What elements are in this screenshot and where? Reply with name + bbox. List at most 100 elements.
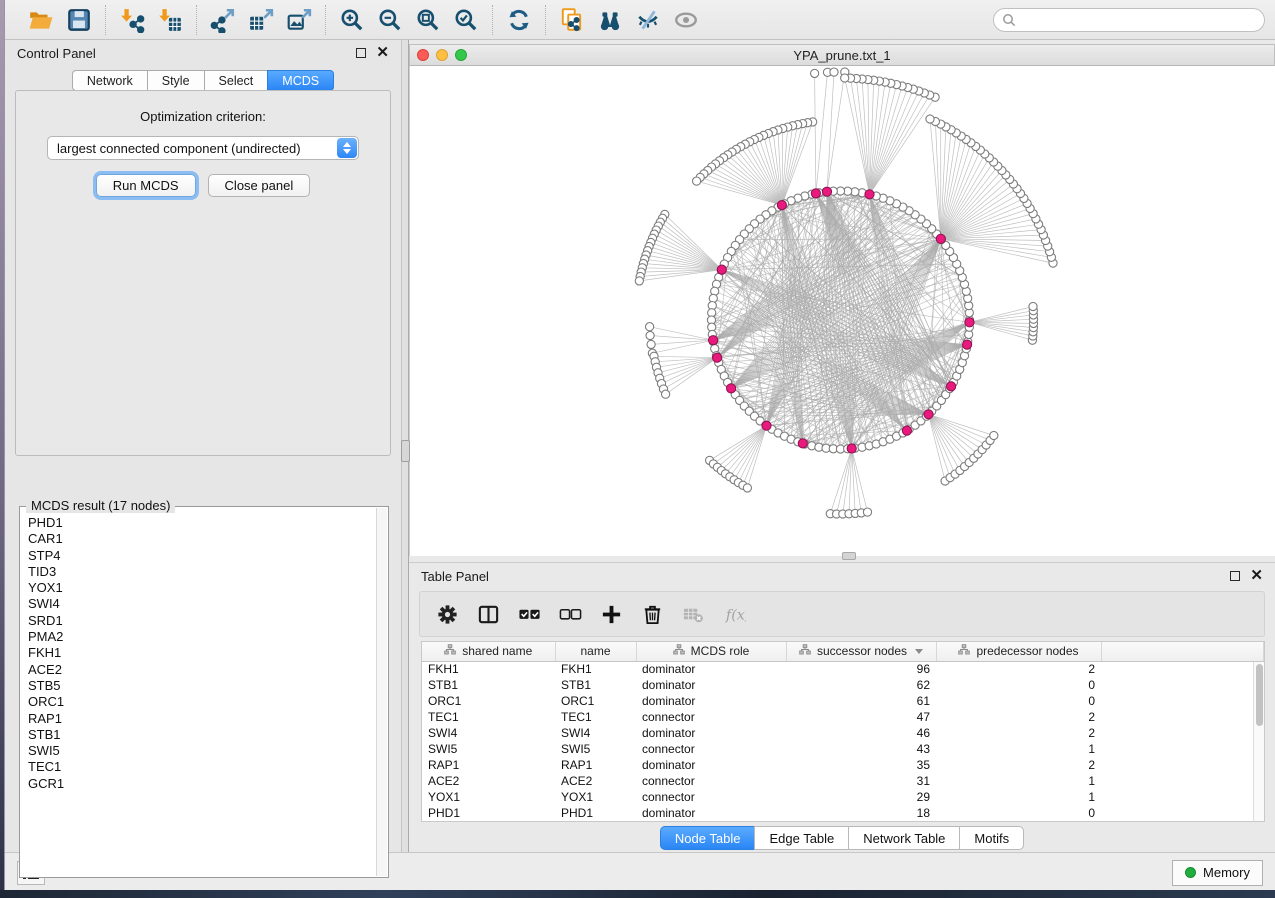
cell-shared_name[interactable]: PHD1 (422, 805, 555, 821)
cell-mcds_role[interactable]: dominator (636, 805, 786, 821)
cell-predecessor_nodes[interactable]: 1 (936, 773, 1101, 789)
cell-shared_name[interactable]: SWI4 (422, 725, 555, 741)
column-header-successor-nodes[interactable]: successor nodes (786, 642, 936, 661)
table-row[interactable]: STB1STB1dominator620 (422, 677, 1264, 693)
delete-column-icon[interactable] (641, 603, 664, 626)
mcds-result-item[interactable]: ACE2 (28, 662, 376, 678)
zoom-out-icon[interactable] (374, 5, 406, 35)
cell-predecessor_nodes[interactable]: 2 (936, 661, 1101, 677)
cell-mcds_role[interactable]: dominator (636, 725, 786, 741)
mcds-result-item[interactable]: SWI4 (28, 596, 376, 612)
mcds-result-item[interactable]: PHD1 (28, 515, 376, 531)
tab-network-table[interactable]: Network Table (848, 826, 959, 850)
cell-name[interactable]: RAP1 (555, 757, 636, 773)
export-table-icon[interactable] (245, 5, 277, 35)
cell-predecessor_nodes[interactable]: 0 (936, 677, 1101, 693)
mcds-result-item[interactable]: SRD1 (28, 613, 376, 629)
cell-mcds_role[interactable]: connector (636, 741, 786, 757)
cell-name[interactable]: FKH1 (555, 661, 636, 677)
mcds-result-item[interactable]: CAR1 (28, 531, 376, 547)
tab-motifs[interactable]: Motifs (959, 826, 1024, 850)
column-header-shared-name[interactable]: shared name (422, 642, 555, 661)
show-all-icon[interactable] (670, 5, 702, 35)
vertical-splitter[interactable] (401, 40, 409, 852)
splitter-grip[interactable] (401, 440, 410, 462)
cell-mcds_role[interactable]: dominator (636, 677, 786, 693)
cell-mcds_role[interactable]: dominator (636, 693, 786, 709)
cell-predecessor_nodes[interactable]: 0 (936, 805, 1101, 821)
table-row[interactable]: ORC1ORC1dominator610 (422, 693, 1264, 709)
cell-successor_nodes[interactable]: 31 (786, 773, 936, 789)
mcds-result-item[interactable]: ORC1 (28, 694, 376, 710)
cell-predecessor_nodes[interactable]: 2 (936, 725, 1101, 741)
table-row[interactable]: FKH1FKH1dominator962 (422, 661, 1264, 677)
column-header-MCDS-role[interactable]: MCDS role (636, 642, 786, 661)
column-header-predecessor-nodes[interactable]: predecessor nodes (936, 642, 1101, 661)
cell-shared_name[interactable]: TEC1 (422, 709, 555, 725)
close-panel-icon[interactable]: ✕ (1250, 571, 1263, 581)
mcds-result-scrollbar[interactable] (376, 508, 387, 876)
cell-name[interactable]: YOX1 (555, 789, 636, 805)
cell-successor_nodes[interactable]: 43 (786, 741, 936, 757)
zoom-fit-icon[interactable] (412, 5, 444, 35)
cell-successor_nodes[interactable]: 18 (786, 805, 936, 821)
refresh-icon[interactable] (503, 5, 535, 35)
cell-shared_name[interactable]: ORC1 (422, 693, 555, 709)
first-neighbors-icon[interactable] (594, 5, 626, 35)
deselect-all-icon[interactable] (559, 603, 582, 626)
mcds-result-item[interactable]: TEC1 (28, 759, 376, 775)
cell-successor_nodes[interactable]: 96 (786, 661, 936, 677)
table-row[interactable]: RAP1RAP1dominator352 (422, 757, 1264, 773)
network-graph[interactable] (410, 66, 1275, 556)
cell-successor_nodes[interactable]: 35 (786, 757, 936, 773)
scrollbar-thumb[interactable] (1256, 664, 1263, 726)
tab-mcds[interactable]: MCDS (267, 70, 334, 91)
cell-mcds_role[interactable]: dominator (636, 661, 786, 677)
mcds-result-item[interactable]: SWI5 (28, 743, 376, 759)
cell-name[interactable]: SWI4 (555, 725, 636, 741)
close-panel-icon[interactable]: ✕ (376, 48, 389, 58)
clone-network-icon[interactable] (556, 5, 588, 35)
cell-predecessor_nodes[interactable]: 2 (936, 757, 1101, 773)
table-row[interactable]: YOX1YOX1connector291 (422, 789, 1264, 805)
table-row[interactable]: SWI5SWI5connector431 (422, 741, 1264, 757)
export-image-icon[interactable] (283, 5, 315, 35)
cell-successor_nodes[interactable]: 29 (786, 789, 936, 805)
cell-successor_nodes[interactable]: 61 (786, 693, 936, 709)
cell-predecessor_nodes[interactable]: 1 (936, 741, 1101, 757)
search-box[interactable] (993, 8, 1265, 32)
float-panel-icon[interactable] (356, 48, 366, 58)
tab-node-table[interactable]: Node Table (660, 826, 755, 850)
cell-name[interactable]: STB1 (555, 677, 636, 693)
mcds-result-item[interactable]: YOX1 (28, 580, 376, 596)
cell-shared_name[interactable]: FKH1 (422, 661, 555, 677)
table-row[interactable]: ACE2ACE2connector311 (422, 773, 1264, 789)
import-table-icon[interactable] (154, 5, 186, 35)
splitter-grip[interactable] (842, 552, 856, 560)
horizontal-splitter[interactable] (409, 556, 1275, 562)
mcds-result-item[interactable]: RAP1 (28, 711, 376, 727)
cell-shared_name[interactable]: SWI5 (422, 741, 555, 757)
cell-successor_nodes[interactable]: 62 (786, 677, 936, 693)
memory-button[interactable]: Memory (1172, 860, 1263, 886)
cell-shared_name[interactable]: YOX1 (422, 789, 555, 805)
cell-mcds_role[interactable]: connector (636, 709, 786, 725)
mcds-result-item[interactable]: FKH1 (28, 645, 376, 661)
float-panel-icon[interactable] (1230, 571, 1240, 581)
table-row[interactable]: PHD1PHD1dominator180 (422, 805, 1264, 821)
cell-predecessor_nodes[interactable]: 1 (936, 789, 1101, 805)
zoom-in-icon[interactable] (336, 5, 368, 35)
tab-edge-table[interactable]: Edge Table (754, 826, 848, 850)
zoom-selected-icon[interactable] (450, 5, 482, 35)
cell-name[interactable]: SWI5 (555, 741, 636, 757)
cell-name[interactable]: ACE2 (555, 773, 636, 789)
cell-mcds_role[interactable]: dominator (636, 757, 786, 773)
column-header-name[interactable]: name (555, 642, 636, 661)
table-row[interactable]: SWI4SWI4dominator462 (422, 725, 1264, 741)
mcds-result-item[interactable]: TID3 (28, 564, 376, 580)
mcds-result-item[interactable]: STB1 (28, 727, 376, 743)
table-scrollbar[interactable] (1253, 662, 1264, 821)
cell-shared_name[interactable]: STB1 (422, 677, 555, 693)
tab-network[interactable]: Network (72, 70, 147, 91)
save-session-icon[interactable] (63, 5, 95, 35)
